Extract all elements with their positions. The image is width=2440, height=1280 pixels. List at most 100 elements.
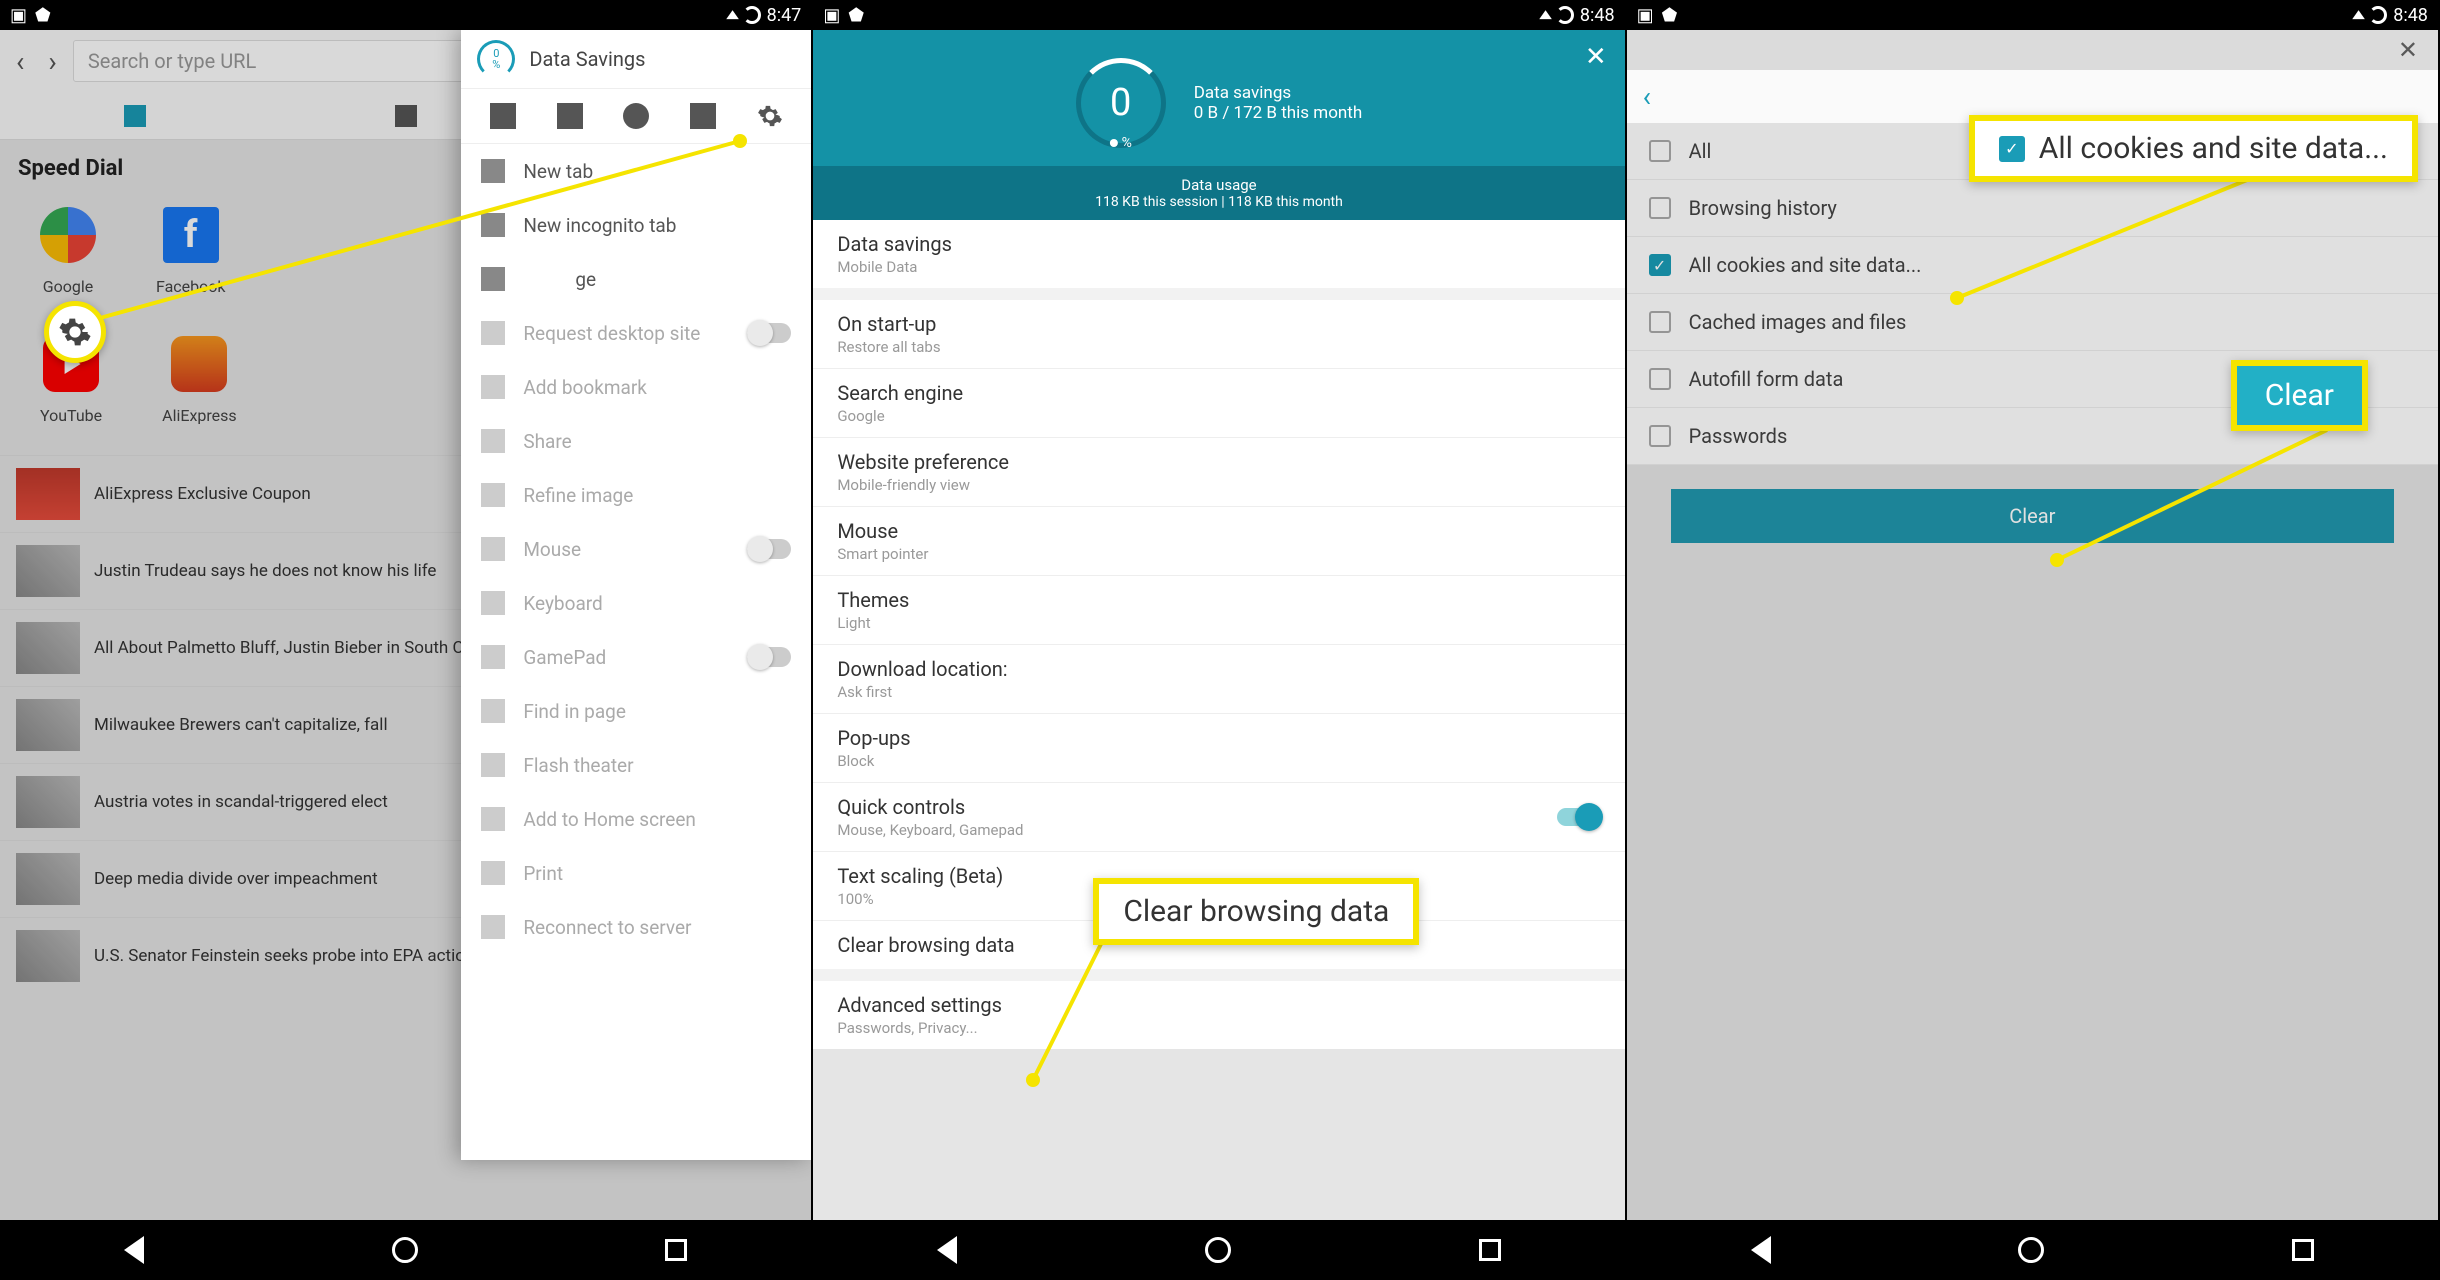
setting-data-savings[interactable]: Data savingsMobile Data — [813, 220, 1624, 288]
chevron-right-icon — [481, 267, 505, 291]
star-icon — [481, 375, 505, 399]
toggle — [747, 647, 791, 667]
menu-refine-image: Refine image — [461, 468, 811, 522]
download-icon[interactable] — [690, 103, 716, 129]
loading-icon — [743, 6, 761, 24]
nav-home-button[interactable] — [392, 1237, 418, 1263]
nav-recent-button[interactable] — [665, 1239, 687, 1261]
setting-advanced[interactable]: Advanced settingsPasswords, Privacy... — [813, 981, 1624, 1049]
android-nav-bar — [813, 1220, 1624, 1280]
setting-startup[interactable]: On start-upRestore all tabs — [813, 300, 1624, 369]
setting-popups[interactable]: Pop-upsBlock — [813, 714, 1624, 783]
android-nav-bar — [0, 1220, 811, 1280]
setting-mouse[interactable]: MouseSmart pointer — [813, 507, 1624, 576]
data-savings-label: Data savings — [1194, 83, 1362, 103]
menu-gamepad: GamePad — [461, 630, 811, 684]
nav-back-button[interactable] — [1751, 1236, 1771, 1264]
setting-search-engine[interactable]: Search engineGoogle — [813, 369, 1624, 438]
menu-print: Print — [461, 846, 811, 900]
screenshot-panel-3: ▣⬟ 8:48 ✕ ‹ All Browsing history All coo… — [1627, 0, 2440, 1280]
nav-home-button[interactable] — [2018, 1237, 2044, 1263]
keyboard-icon — [481, 591, 505, 615]
wifi-icon — [2354, 5, 2363, 26]
menu-drawer: Data Savings New tab New incognito tab g… — [461, 30, 811, 1160]
incognito-icon — [481, 213, 505, 237]
mouse-icon — [481, 537, 505, 561]
menu-find: Find in page — [461, 684, 811, 738]
toggle — [747, 539, 791, 559]
settings-icon[interactable] — [757, 103, 783, 129]
menu-add-bookmark: Add bookmark — [461, 360, 811, 414]
menu-mouse: Mouse — [461, 522, 811, 576]
nav-home-button[interactable] — [1205, 1237, 1231, 1263]
status-bar: ▣ ⬟ 8:47 — [0, 0, 811, 30]
history-icon[interactable] — [623, 103, 649, 129]
status-bar: ▣ ⬟ 8:48 — [813, 0, 1624, 30]
setting-website-pref[interactable]: Website preferenceMobile-friendly view — [813, 438, 1624, 507]
tabs-icon[interactable] — [490, 103, 516, 129]
dim-overlay — [1627, 30, 2438, 1220]
menu-new-tab[interactable]: New tab — [461, 144, 811, 198]
setting-download[interactable]: Download location:Ask first — [813, 645, 1624, 714]
add-home-icon — [481, 807, 505, 831]
menu-page[interactable]: ge — [461, 252, 811, 306]
toggle[interactable] — [747, 323, 791, 343]
wifi-icon — [728, 5, 737, 26]
data-savings-value: 0 B / 172 B this month — [1194, 103, 1362, 123]
status-time: 8:48 — [1580, 5, 1615, 26]
add-bookmark-icon[interactable] — [557, 103, 583, 129]
callout-cookies: All cookies and site data... — [1969, 115, 2418, 182]
data-savings-header: ✕ 0 % Data savings 0 B / 172 B this mont… — [813, 30, 1624, 220]
loading-icon — [1556, 6, 1574, 24]
screenshot-panel-2: ▣ ⬟ 8:48 ✕ 0 % Data savings 0 B / 172 B t… — [813, 0, 1626, 1280]
theater-icon — [481, 753, 505, 777]
gear-highlight-callout — [44, 301, 106, 363]
nav-recent-button[interactable] — [1479, 1239, 1501, 1261]
shield-icon: ⬟ — [1662, 5, 1678, 26]
data-usage-label: Data usage — [823, 176, 1614, 194]
data-savings-gauge: 0 % — [1076, 58, 1166, 148]
setting-themes[interactable]: ThemesLight — [813, 576, 1624, 645]
shield-icon: ⬟ — [35, 5, 51, 26]
menu-incognito[interactable]: New incognito tab — [461, 198, 811, 252]
search-icon — [481, 699, 505, 723]
menu-desktop-site[interactable]: Request desktop site — [461, 306, 811, 360]
image-icon — [481, 483, 505, 507]
status-time: 8:47 — [767, 5, 802, 26]
image-icon: ▣ — [823, 5, 840, 26]
callout-clear-browsing: Clear browsing data — [1093, 878, 1419, 945]
status-time: 8:48 — [2393, 5, 2428, 26]
back-button[interactable]: ‹ — [1643, 80, 1651, 113]
menu-share: Share — [461, 414, 811, 468]
shield-icon: ⬟ — [848, 5, 864, 26]
callout-clear: Clear — [2231, 360, 2368, 431]
desktop-icon — [481, 321, 505, 345]
menu-title: Data Savings — [529, 47, 645, 71]
gear-icon — [58, 315, 92, 349]
nav-back-button[interactable] — [124, 1236, 144, 1264]
reconnect-icon — [481, 915, 505, 939]
setting-quick-controls[interactable]: Quick controlsMouse, Keyboard, Gamepad — [813, 783, 1624, 852]
data-usage-value: 118 KB this session | 118 KB this month — [823, 194, 1614, 210]
menu-flash: Flash theater — [461, 738, 811, 792]
loading-icon — [2369, 6, 2387, 24]
share-icon — [481, 429, 505, 453]
checkbox-checked-icon — [1999, 136, 2025, 162]
gamepad-icon — [481, 645, 505, 669]
status-bar: ▣ ⬟ 8:48 — [1627, 0, 2438, 30]
image-icon: ▣ — [10, 5, 27, 26]
screenshot-panel-1: ▣ ⬟ 8:47 ‹ › Search or type URL Speed Di… — [0, 0, 813, 1280]
image-icon: ▣ — [1637, 5, 1654, 26]
menu-reconnect: Reconnect to server — [461, 900, 811, 954]
close-button[interactable]: ✕ — [1585, 42, 1607, 72]
plus-icon — [481, 159, 505, 183]
print-icon — [481, 861, 505, 885]
nav-recent-button[interactable] — [2292, 1239, 2314, 1261]
nav-back-button[interactable] — [937, 1236, 957, 1264]
android-nav-bar — [1627, 1220, 2438, 1280]
menu-keyboard: Keyboard — [461, 576, 811, 630]
data-savings-gauge-icon — [477, 40, 515, 78]
wifi-icon — [1541, 5, 1550, 26]
menu-add-home: Add to Home screen — [461, 792, 811, 846]
toggle-on[interactable] — [1557, 808, 1601, 826]
